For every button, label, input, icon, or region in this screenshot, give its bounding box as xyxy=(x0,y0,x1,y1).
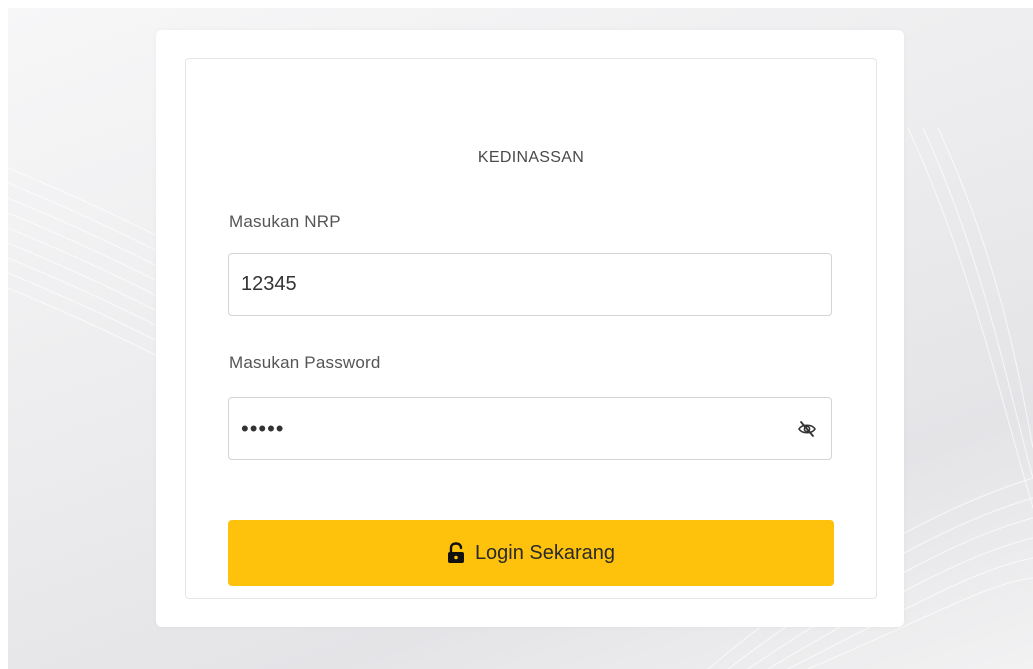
login-button-label: Login Sekarang xyxy=(474,541,616,564)
password-field-container xyxy=(228,397,832,460)
login-button[interactable]: Login Sekarang xyxy=(228,520,834,586)
eye-slash-icon[interactable] xyxy=(797,419,817,439)
nrp-input[interactable] xyxy=(241,254,781,315)
nrp-field-container xyxy=(228,253,832,316)
login-form: KEDINASSAN Masukan NRP Masukan Password xyxy=(185,58,877,599)
login-card: KEDINASSAN Masukan NRP Masukan Password xyxy=(156,30,904,627)
form-heading: KEDINASSAN xyxy=(477,149,585,166)
unlock-icon xyxy=(447,542,465,564)
nrp-label: Masukan NRP xyxy=(229,212,341,231)
password-input[interactable] xyxy=(241,398,781,459)
password-label: Masukan Password xyxy=(229,353,381,372)
